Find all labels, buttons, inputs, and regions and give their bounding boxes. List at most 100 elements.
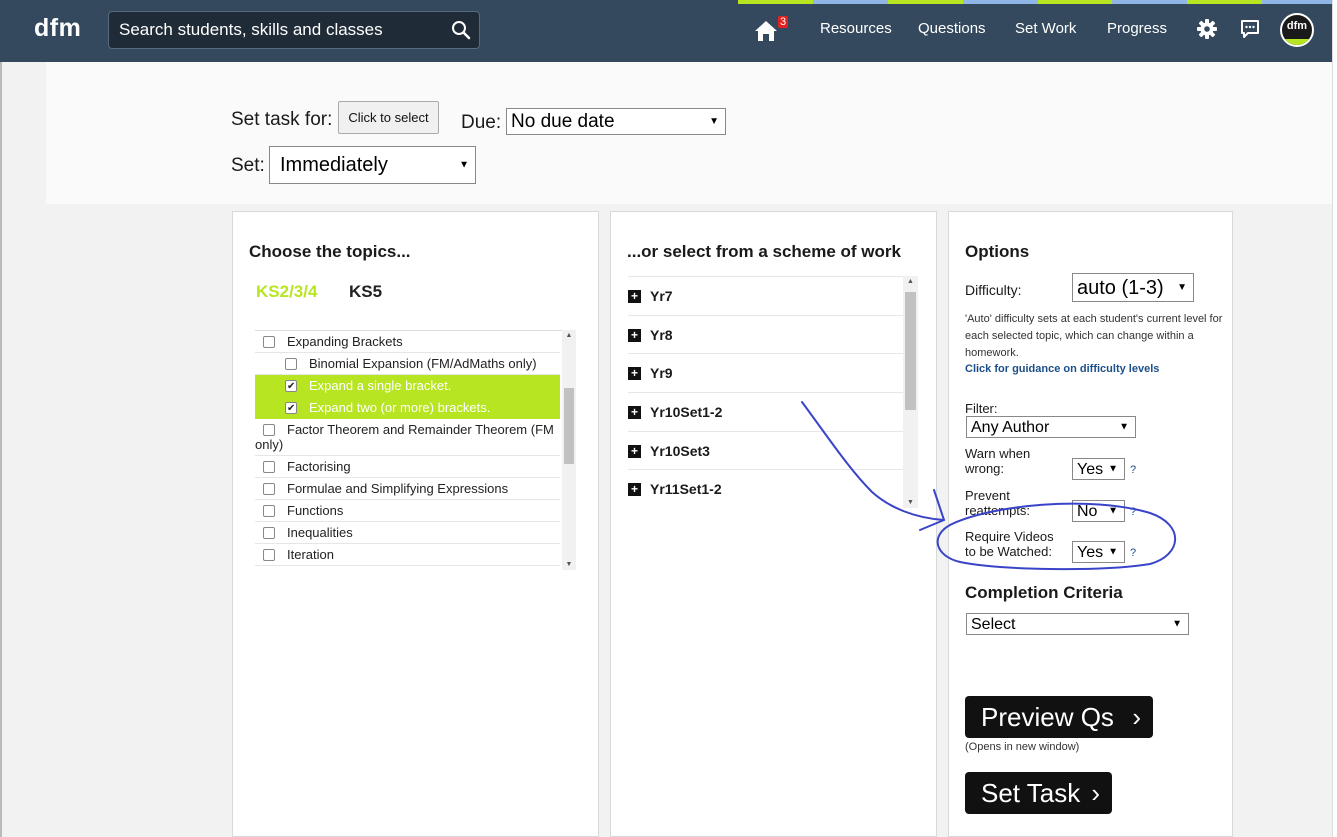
topics-title: Choose the topics... — [249, 242, 411, 261]
scroll-down-arrow-icon[interactable]: ▼ — [903, 499, 918, 506]
chat-icon[interactable] — [1239, 18, 1261, 40]
nav-questions[interactable]: Questions — [918, 20, 986, 37]
difficulty-guidance-link[interactable]: Click for guidance on difficulty levels — [965, 363, 1159, 375]
videos-label: Require Videos to be Watched: — [965, 529, 1054, 559]
prevent-help-icon[interactable]: ? — [1130, 506, 1136, 518]
topic-checkbox[interactable] — [285, 358, 297, 370]
scheme-item[interactable]: + Yr8 — [628, 316, 903, 355]
topic-checkbox[interactable] — [263, 505, 275, 517]
dfm-logo[interactable]: dfm — [34, 14, 81, 43]
videos-select[interactable]: Yes ▼ — [1072, 541, 1125, 563]
topic-row[interactable]: Functions — [255, 500, 560, 522]
topic-row[interactable]: Iteration — [255, 544, 560, 566]
scheme-item[interactable]: + Yr7 — [628, 277, 903, 316]
difficulty-label: Difficulty: — [965, 282, 1022, 298]
home-icon[interactable] — [752, 18, 780, 44]
preview-qs-label: Preview Qs — [981, 702, 1114, 732]
topic-checkbox[interactable] — [263, 527, 275, 539]
topic-checkbox[interactable] — [263, 483, 275, 495]
scroll-up-arrow-icon[interactable]: ▲ — [903, 278, 918, 285]
dropdown-caret-icon: ▼ — [1108, 505, 1118, 517]
dropdown-caret-icon: ▼ — [709, 115, 719, 127]
topic-row[interactable]: Expand a single bracket. — [255, 375, 560, 397]
scheme-title: ...or select from a scheme of work — [627, 242, 901, 261]
expand-plus-icon[interactable]: + — [628, 367, 641, 381]
set-timing-select[interactable]: Immediately ▼ — [269, 146, 476, 184]
difficulty-select[interactable]: auto (1-3) ▼ — [1072, 273, 1194, 302]
topic-row[interactable]: Binomial Expansion (FM/AdMaths only) — [255, 353, 560, 375]
due-date-select[interactable]: No due date ▼ — [506, 108, 726, 135]
color-strip-segment — [887, 0, 963, 4]
gear-icon[interactable] — [1196, 18, 1218, 40]
scheme-item-label: Yr11Set1-2 — [650, 481, 722, 498]
topic-row[interactable]: Formulae and Simplifying Expressions — [255, 478, 560, 500]
topic-row[interactable]: Matrix Algebra (FM only) — [255, 566, 560, 570]
topic-checkbox[interactable] — [285, 401, 297, 416]
expand-plus-icon[interactable]: + — [628, 444, 641, 458]
scroll-thumb[interactable] — [905, 292, 916, 410]
color-strip — [738, 0, 1337, 4]
completion-select[interactable]: Select ▼ — [966, 613, 1189, 635]
scheme-list-scrollbar[interactable]: ▲ ▼ — [903, 276, 918, 508]
topic-row[interactable]: Expanding Brackets — [255, 331, 560, 353]
preview-qs-button[interactable]: Preview Qs › — [965, 696, 1153, 738]
warn-select[interactable]: Yes ▼ — [1072, 458, 1125, 480]
click-to-select-button[interactable]: Click to select — [338, 101, 439, 134]
topic-label: Iteration — [287, 547, 334, 562]
due-label: Due: — [461, 112, 502, 133]
search-icon[interactable] — [451, 20, 471, 40]
videos-help-icon[interactable]: ? — [1130, 547, 1136, 559]
search-input[interactable] — [109, 12, 449, 48]
color-strip-segment — [962, 0, 1038, 4]
search-box[interactable] — [108, 11, 480, 49]
topic-label: Expanding Brackets — [287, 334, 403, 349]
scheme-item[interactable]: + Yr9 — [628, 354, 903, 394]
prevent-select[interactable]: No ▼ — [1072, 500, 1125, 522]
scheme-item[interactable]: + Yr11Set1-2 — [628, 470, 903, 508]
topic-checkbox[interactable] — [263, 424, 275, 436]
videos-value: Yes — [1077, 544, 1104, 561]
scheme-item[interactable]: + Yr10Set1-2 — [628, 393, 903, 432]
expand-plus-icon[interactable]: + — [628, 328, 641, 342]
avatar[interactable]: dfm — [1280, 13, 1314, 47]
avatar-label: dfm — [1286, 20, 1308, 32]
topic-checkbox[interactable] — [285, 379, 297, 394]
topic-row[interactable]: Expand two (or more) brackets. — [255, 397, 560, 419]
topic-row[interactable]: Inequalities — [255, 522, 560, 544]
topic-checkbox[interactable] — [263, 549, 275, 561]
warn-value: Yes — [1077, 461, 1104, 478]
topic-list-scrollbar[interactable]: ▲ ▼ — [562, 330, 576, 570]
expand-plus-icon[interactable]: + — [628, 290, 641, 303]
nav-resources[interactable]: Resources — [820, 20, 892, 37]
scheme-item[interactable]: + Yr10Set3 — [628, 432, 903, 471]
filter-select[interactable]: Any Author ▼ — [966, 416, 1136, 438]
topic-row[interactable]: Factor Theorem and Remainder Theorem (FM… — [255, 419, 560, 456]
nav-set-work[interactable]: Set Work — [1015, 20, 1076, 37]
preview-note: (Opens in new window) — [965, 741, 1080, 753]
nav-progress[interactable]: Progress — [1107, 20, 1167, 37]
topic-row[interactable]: Factorising — [255, 456, 560, 478]
options-title: Options — [965, 242, 1030, 261]
difficulty-note: 'Auto' difficulty sets at each student's… — [965, 313, 1223, 359]
set-task-button[interactable]: Set Task › — [965, 772, 1112, 814]
scroll-thumb[interactable] — [564, 388, 574, 464]
dropdown-caret-icon: ▼ — [1172, 618, 1182, 630]
color-strip-segment — [1112, 0, 1188, 4]
expand-plus-icon[interactable]: + — [628, 406, 641, 420]
scroll-up-arrow-icon[interactable]: ▲ — [562, 332, 576, 339]
prevent-label: Prevent reattempts: — [965, 488, 1030, 518]
tab-ks5[interactable]: KS5 — [349, 282, 382, 302]
difficulty-value: auto (1-3) — [1077, 277, 1164, 299]
set-task-for-label: Set task for: — [231, 109, 333, 130]
topic-checkbox[interactable] — [263, 336, 275, 348]
warn-help-icon[interactable]: ? — [1130, 464, 1136, 476]
chevron-right-icon: › — [1091, 778, 1100, 808]
expand-plus-icon[interactable]: + — [628, 483, 641, 497]
topic-checkbox[interactable] — [263, 461, 275, 473]
scheme-item-label: Yr10Set1-2 — [650, 404, 723, 421]
scroll-down-arrow-icon[interactable]: ▼ — [562, 561, 576, 568]
completion-value: Select — [971, 616, 1016, 633]
tab-ks234[interactable]: KS2/3/4 — [256, 282, 317, 302]
page-scrollbar[interactable] — [1332, 0, 1337, 837]
filter-label: Filter: — [965, 401, 998, 416]
